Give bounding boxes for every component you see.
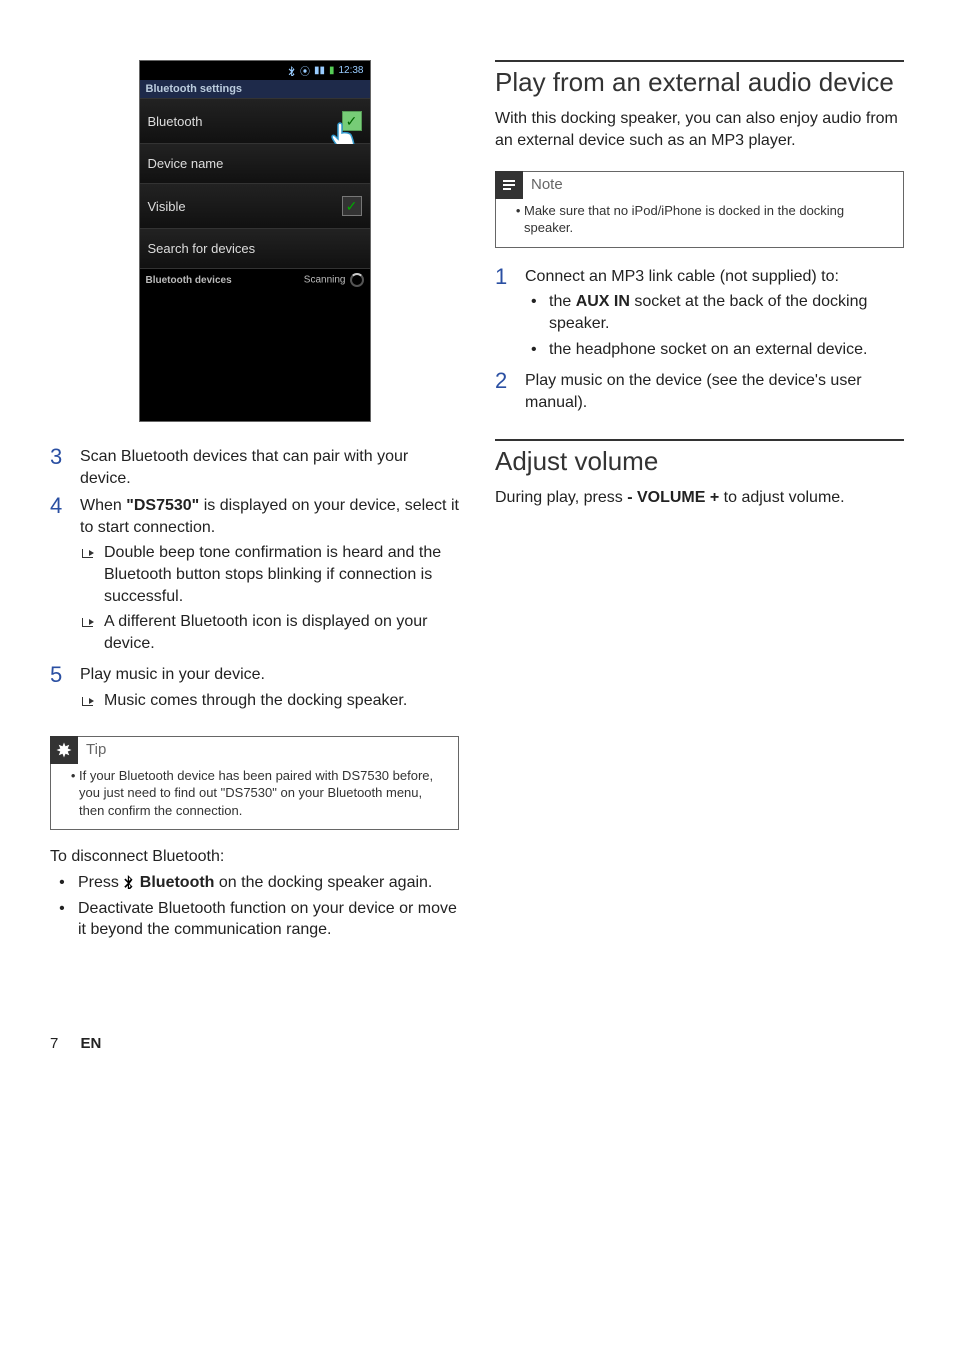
step-4-result-2: A different Bluetooth icon is displayed … [80, 611, 459, 654]
phone-row-devicename: Device name [140, 144, 370, 184]
note-callout: Note Make sure that no iPod/iPhone is do… [495, 171, 904, 248]
ext-step-1-bullet-2: the headphone socket on an external devi… [525, 339, 904, 361]
page-footer: 7 EN [50, 1035, 904, 1052]
checkbox-off-icon: ✓ [342, 196, 362, 216]
phone-row-search: Search for devices [140, 229, 370, 269]
battery-icon: ▮ [329, 65, 335, 76]
phone-blank-area [140, 291, 370, 421]
wifi-icon: ⦿ [300, 63, 310, 78]
heading-adjust-volume: Adjust volume [495, 439, 904, 477]
ext-step-1-bullet-1: the AUX IN socket at the back of the doc… [525, 291, 904, 334]
phone-row-visible: Visible ✓ [140, 184, 370, 229]
tip-text: If your Bluetooth device has been paired… [79, 767, 448, 820]
adjust-volume-para: During play, press - VOLUME + to adjust … [495, 487, 904, 509]
note-label: Note [531, 176, 563, 193]
signal-icon: ▮▮ [314, 65, 325, 76]
phone-row-bluetooth: Bluetooth ✓ [140, 99, 370, 144]
ext-step-2: 2 Play music on the device (see the devi… [495, 370, 904, 413]
note-icon [495, 171, 523, 199]
phone-time: 12:38 [338, 65, 363, 76]
tip-label: Tip [86, 741, 106, 758]
bluetooth-icon [288, 66, 296, 76]
step-5: 5 Play music in your device. Music comes… [50, 664, 459, 715]
phone-devices-header: Bluetooth devices Scanning [140, 269, 370, 291]
spinner-icon [350, 273, 364, 287]
step-4: 4 When "DS7530" is displayed on your dev… [50, 495, 459, 658]
phone-statusbar: ⦿ ▮▮ ▮ 12:38 [140, 61, 370, 80]
bluetooth-icon [123, 875, 135, 889]
tip-icon [50, 736, 78, 764]
page-number: 7 [50, 1035, 58, 1052]
ext-step-1: 1 Connect an MP3 link cable (not supplie… [495, 266, 904, 364]
phone-section-title: Bluetooth settings [140, 80, 370, 99]
page-language: EN [81, 1035, 102, 1052]
disconnect-bullet-2: Deactivate Bluetooth function on your de… [78, 898, 459, 941]
disconnect-heading: To disconnect Bluetooth: [50, 848, 459, 866]
note-text: Make sure that no iPod/iPhone is docked … [524, 202, 893, 237]
step-4-result-1: Double beep tone confirmation is heard a… [80, 542, 459, 607]
play-external-intro: With this docking speaker, you can also … [495, 108, 904, 153]
disconnect-bullet-1: Press Bluetooth on the docking speaker a… [78, 872, 459, 894]
tip-callout: Tip If your Bluetooth device has been pa… [50, 736, 459, 831]
bluetooth-settings-screenshot: ⦿ ▮▮ ▮ 12:38 Bluetooth settings Bluetoot… [139, 60, 371, 422]
step-3: 3 Scan Bluetooth devices that can pair w… [50, 446, 459, 489]
heading-play-external: Play from an external audio device [495, 60, 904, 98]
step-5-result-1: Music comes through the docking speaker. [80, 690, 459, 712]
